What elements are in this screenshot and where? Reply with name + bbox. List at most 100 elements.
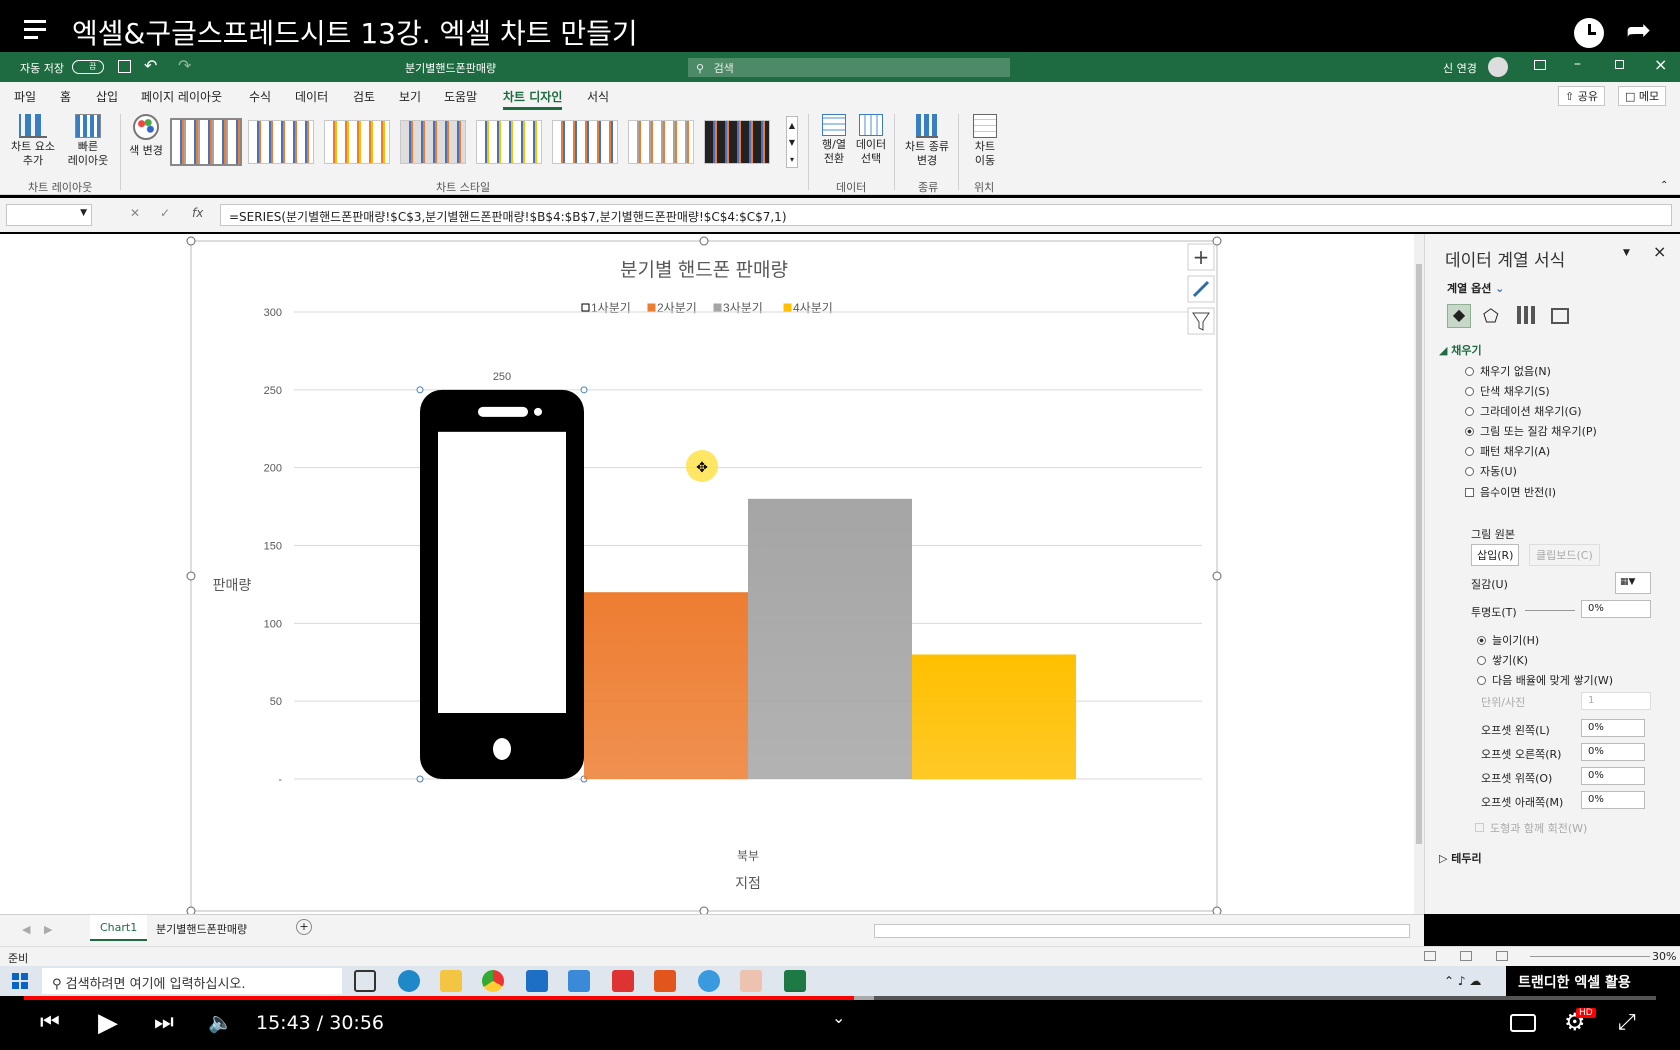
sheet-nav-next-icon[interactable]: ▶	[44, 923, 52, 936]
play-icon[interactable]: ▶	[98, 1008, 118, 1038]
add-chart-element-button[interactable]: 차트 요소 추가	[8, 114, 58, 168]
select-data-button[interactable]: 데이터 선택	[852, 114, 890, 166]
chart-style-gallery[interactable]	[168, 116, 782, 172]
previous-icon[interactable]: ⏮	[40, 1010, 60, 1035]
ribbon-display-icon[interactable]	[1534, 60, 1546, 70]
legend-entry[interactable]: 4사분기	[793, 301, 833, 315]
insert-function-icon[interactable]: fx	[192, 206, 203, 220]
exit-fullscreen-icon[interactable]: ⤢	[1618, 1010, 1636, 1035]
cancel-icon[interactable]: ✕	[130, 206, 140, 220]
legend-entry[interactable]: 1사분기	[591, 301, 631, 315]
border-section-header[interactable]: ▷ 테두리	[1439, 850, 1482, 866]
y-axis-title[interactable]: 판매량	[213, 577, 252, 593]
series-options-dropdown[interactable]: 계열 옵션 ⌄	[1447, 280, 1504, 296]
change-chart-type-button[interactable]: 차트 종류 변경	[900, 114, 954, 168]
chart-style-2[interactable]	[248, 120, 314, 164]
series-selection-handle[interactable]	[416, 775, 424, 783]
avatar[interactable]	[1488, 57, 1508, 77]
zoom-slider[interactable]	[1530, 956, 1650, 957]
fill-option-radio[interactable]: 단색 채우기(S)	[1465, 382, 1597, 402]
chart[interactable]: 분기별 핸드폰 판매량 1사분기 2사분기 3사분기 4사분기 - 50 100 150 20…	[0, 234, 1424, 914]
fill-option-radio[interactable]: 그림 또는 질감 채우기(P)	[1465, 422, 1597, 442]
bar-series-4[interactable]	[912, 654, 1076, 779]
stack-scale-radio[interactable]: 다음 배율에 맞게 쌓기(W)	[1477, 672, 1613, 688]
add-sheet-icon[interactable]: +	[296, 919, 312, 935]
vertical-scrollbar-thumb[interactable]	[1416, 264, 1422, 844]
powerpoint-icon[interactable]	[740, 970, 762, 992]
close-button[interactable]: ×	[1654, 55, 1667, 74]
sheet-tab-data[interactable]: 분기별핸드폰판매량	[156, 921, 247, 937]
fill-option-radio[interactable]: 자동(U)	[1465, 462, 1597, 482]
tab-format[interactable]: 서식	[587, 88, 609, 105]
sheet-tab-chart1[interactable]: Chart1	[90, 915, 148, 941]
quick-layout-button[interactable]: 빠른 레이아웃	[62, 114, 114, 168]
mail-icon[interactable]	[526, 970, 548, 992]
texture-dropdown[interactable]: ▦▼	[1615, 572, 1651, 594]
edge-icon[interactable]	[398, 970, 420, 992]
series-selection-handle[interactable]	[416, 386, 424, 394]
pane-options-chevron-icon[interactable]: ▼	[1623, 248, 1630, 258]
file-name[interactable]: 분기별핸드폰판매량	[405, 60, 496, 76]
tab-help[interactable]: 도움말	[444, 88, 477, 105]
tab-data[interactable]: 데이터	[295, 88, 328, 105]
tab-chart-design[interactable]: 차트 디자인	[503, 88, 563, 110]
chart-styles-button[interactable]	[1187, 275, 1215, 303]
change-colors-button[interactable]: 색 변경	[124, 114, 168, 158]
chart-style-8[interactable]	[704, 120, 770, 164]
task-view-icon[interactable]	[354, 970, 376, 992]
excel-icon[interactable]	[784, 970, 806, 992]
tab-home[interactable]: 홈	[60, 88, 71, 105]
chapters-chevron-icon[interactable]: ⌄	[832, 1008, 845, 1027]
chart-style-3[interactable]	[324, 120, 390, 164]
formula-input[interactable]: =SERIES(분기별핸드폰판매량!$C$3,분기별핸드폰판매량!$B$4:$B…	[220, 204, 1672, 226]
office-icon[interactable]	[654, 970, 676, 992]
effects-tab-icon[interactable]: ⬠	[1483, 306, 1499, 327]
offset-input[interactable]: 0%	[1581, 719, 1645, 737]
tray-icons[interactable]: ⌃ ♪ ☁	[1444, 974, 1481, 988]
redo-icon[interactable]: ↷	[178, 56, 191, 75]
zoom-level[interactable]: 30%	[1652, 950, 1676, 963]
chart-style-5[interactable]	[476, 120, 542, 164]
name-box[interactable]: ▼	[6, 204, 92, 226]
chart-title[interactable]: 분기별 핸드폰 판매량	[620, 259, 788, 281]
chart-style-6[interactable]	[552, 120, 618, 164]
chart-filters-button[interactable]	[1187, 307, 1215, 335]
sheet-nav-prev-icon[interactable]: ◀	[22, 923, 30, 936]
picture-tab-icon[interactable]	[1551, 308, 1569, 324]
collapse-ribbon-icon[interactable]: ⌃	[1660, 180, 1668, 191]
bar-series-2[interactable]	[584, 592, 748, 779]
fill-line-tab[interactable]: ◆	[1447, 304, 1471, 328]
chart-style-4[interactable]	[400, 120, 466, 164]
chart-style-1[interactable]	[170, 118, 242, 166]
transparency-input[interactable]: 0%	[1581, 600, 1651, 618]
move-chart-button[interactable]: 차트 이동	[962, 114, 1008, 168]
chart-area[interactable]	[190, 240, 1218, 912]
memo-button[interactable]: □ 메모	[1618, 86, 1667, 106]
sync-icon[interactable]	[612, 970, 634, 992]
series-selection-handle[interactable]	[580, 386, 588, 394]
insert-picture-button[interactable]: 삽입(R)	[1471, 544, 1520, 566]
tab-view[interactable]: 보기	[399, 88, 421, 105]
tab-formulas[interactable]: 수식	[249, 88, 271, 105]
clipboard-button[interactable]: 클립보드(C)	[1529, 544, 1600, 566]
transparency-slider[interactable]	[1525, 610, 1575, 611]
view-normal-icon[interactable]	[1424, 951, 1436, 961]
subtitles-icon[interactable]	[1510, 1014, 1536, 1032]
bar-series-3[interactable]	[748, 498, 912, 779]
pane-close-button[interactable]: ×	[1653, 242, 1666, 261]
windows-start-icon[interactable]	[12, 973, 28, 989]
data-label[interactable]: 250	[493, 371, 511, 383]
view-page-break-icon[interactable]	[1496, 951, 1508, 961]
chart-style-7[interactable]	[628, 120, 694, 164]
share-icon[interactable]: ➦	[1626, 16, 1651, 46]
fill-option-radio[interactable]: 패턴 채우기(A)	[1465, 442, 1597, 462]
tab-review[interactable]: 검토	[353, 88, 375, 105]
share-button[interactable]: ⇧ 공유	[1558, 86, 1605, 106]
stretch-radio[interactable]: 늘이기(H)	[1477, 632, 1539, 648]
playlist-icon[interactable]	[24, 20, 48, 39]
chrome-icon[interactable]	[482, 970, 504, 992]
offset-input[interactable]: 0%	[1581, 791, 1645, 809]
view-page-layout-icon[interactable]	[1460, 951, 1472, 961]
watch-later-icon[interactable]	[1574, 18, 1604, 48]
gallery-scroll[interactable]: ▲ ▼ ▾	[786, 116, 798, 168]
